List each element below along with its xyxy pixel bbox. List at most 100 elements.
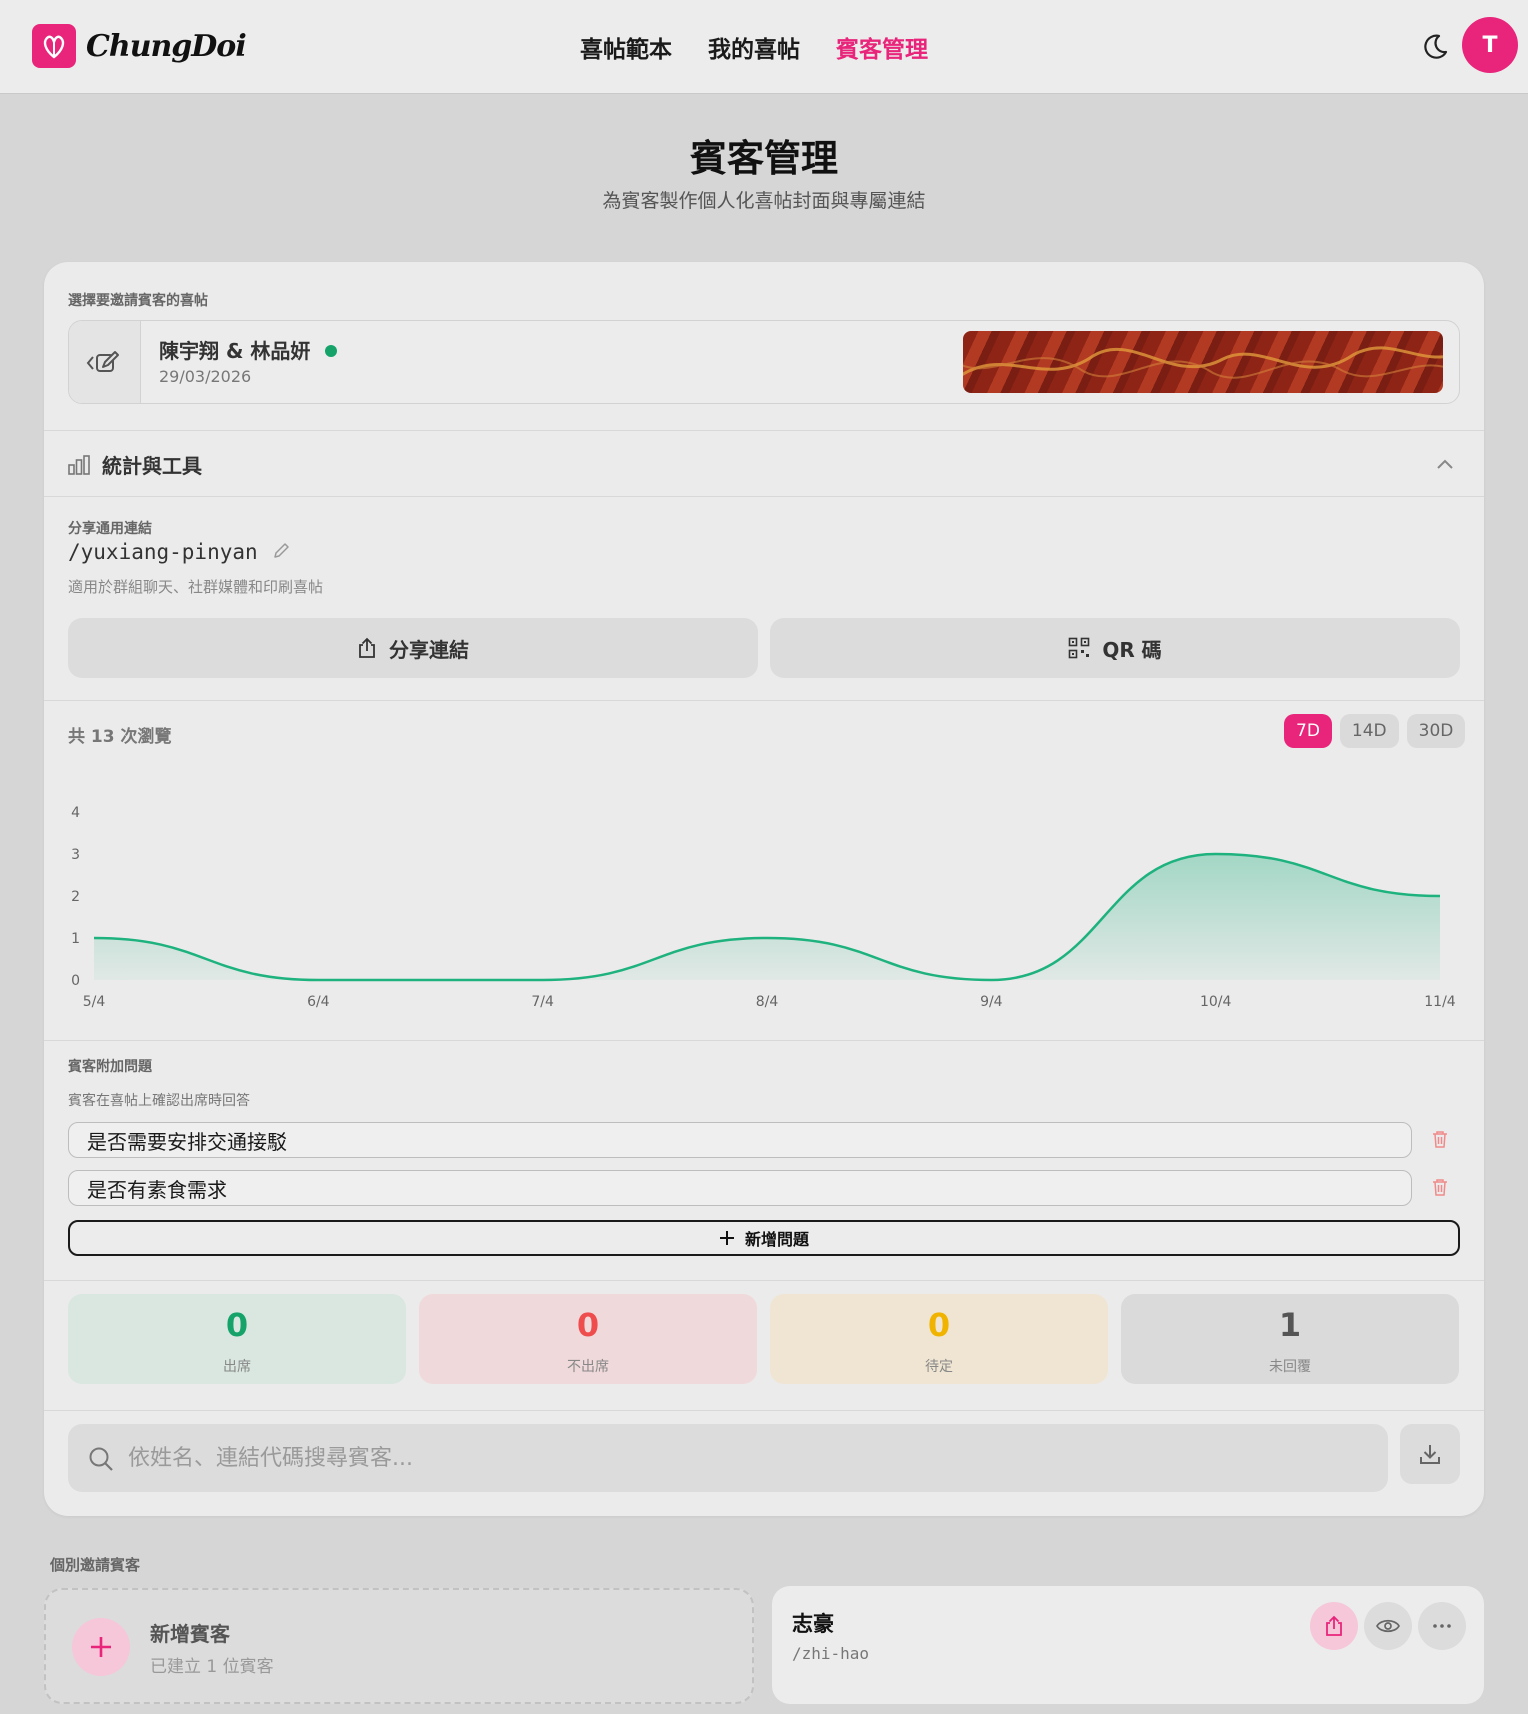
range-selector: 7D 14D 30D (1284, 714, 1466, 748)
rsvp-label: 待定 (925, 1359, 953, 1375)
views-total: 共 13 次瀏覽 (68, 727, 172, 747)
top-navbar: ChungDoi 喜帖範本 我的喜帖 賓客管理 T (0, 0, 1528, 94)
add-guest-title: 新增賓客 (150, 1622, 230, 1646)
brand-name: ChungDoi (86, 28, 247, 64)
views-chart: 0 1 2 3 4 5/4 6/4 7/4 8/4 9/4 10/4 11/4 (71, 805, 1456, 1010)
brand-logo[interactable]: ChungDoi (32, 24, 247, 68)
divider (44, 1280, 1484, 1281)
guest-card[interactable]: 志豪 /zhi-hao (772, 1586, 1484, 1704)
share-link-label: 分享通用連結 (68, 521, 152, 537)
question-row (68, 1170, 1460, 1206)
rsvp-count: 0 (576, 1306, 600, 1344)
qr-code-icon (1069, 637, 1090, 659)
invitation-cover-thumbnail (963, 331, 1443, 393)
page-subtitle: 為賓客製作個人化喜帖封面與專屬連結 (602, 190, 926, 212)
edit-icon (86, 351, 119, 372)
guest-management-card: 選擇要邀請賓客的喜帖 陳宇翔 & 林品妍 29/03/2026 統計與工具 分享… (44, 262, 1484, 1516)
x-tick-label: 10/4 (1200, 994, 1232, 1010)
question-input[interactable] (68, 1122, 1412, 1158)
share-icon (359, 637, 375, 658)
moon-icon[interactable] (1420, 32, 1450, 62)
wedding-date: 29/03/2026 (159, 367, 252, 386)
rsvp-attending[interactable]: 0 出席 (68, 1294, 406, 1384)
share-guest-button[interactable] (1310, 1602, 1358, 1650)
chevron-up-icon[interactable] (1436, 458, 1454, 470)
y-tick-label: 0 (71, 973, 80, 989)
download-button[interactable] (1400, 1424, 1460, 1484)
qr-code-label: QR 碼 (1102, 637, 1162, 662)
questions-hint: 賓客在喜帖上確認出席時回答 (68, 1093, 250, 1109)
add-question-label: 新增問題 (744, 1230, 809, 1249)
plus-icon (72, 1618, 130, 1676)
share-slug: /yuxiang-pinyan (68, 540, 258, 564)
trash-icon[interactable] (1432, 1178, 1448, 1196)
search-input[interactable] (128, 1424, 1368, 1492)
guest-slug: /zhi-hao (792, 1644, 870, 1663)
y-tick-label: 4 (71, 805, 80, 821)
rsvp-declined[interactable]: 0 不出席 (419, 1294, 757, 1384)
divider (44, 496, 1484, 497)
rsvp-label: 未回覆 (1269, 1359, 1311, 1375)
range-7d-button[interactable]: 7D (1284, 714, 1332, 748)
question-row (68, 1122, 1460, 1158)
rsvp-no-reply[interactable]: 1 未回覆 (1121, 1294, 1459, 1384)
share-link-button[interactable]: 分享連結 (68, 618, 758, 678)
share-icon (1326, 1615, 1342, 1636)
divider (44, 1040, 1484, 1041)
nav-guest-management[interactable]: 賓客管理 (836, 30, 928, 64)
invitation-section-label: 選擇要邀請賓客的喜帖 (68, 293, 208, 309)
views-area (94, 854, 1440, 980)
individual-guests-label: 個別邀請賓客 (50, 1556, 141, 1574)
x-tick-label: 5/4 (83, 994, 106, 1010)
rsvp-count: 0 (927, 1306, 951, 1344)
y-tick-label: 3 (71, 847, 80, 863)
guest-count: 已建立 1 位賓客 (150, 1657, 274, 1677)
page-title: 賓客管理 (690, 137, 838, 180)
add-guest-card[interactable]: 新增賓客 已建立 1 位賓客 (44, 1588, 754, 1704)
invitation-selector[interactable]: 陳宇翔 & 林品妍 29/03/2026 (68, 320, 1460, 404)
stats-header[interactable]: 統計與工具 (68, 450, 202, 479)
rsvp-count: 1 (1278, 1306, 1302, 1344)
range-14d-button[interactable]: 14D (1339, 714, 1399, 748)
range-30d-button[interactable]: 30D (1406, 714, 1466, 748)
y-tick-label: 2 (71, 889, 80, 905)
preview-guest-button[interactable] (1364, 1602, 1412, 1650)
pencil-icon[interactable] (272, 542, 290, 560)
x-tick-label: 11/4 (1424, 994, 1456, 1010)
main-nav: 喜帖範本 我的喜帖 賓客管理 (580, 30, 928, 64)
add-question-button[interactable]: 新增問題 (68, 1220, 1460, 1256)
search-icon (89, 1447, 113, 1471)
guest-name: 志豪 (792, 1612, 834, 1636)
divider (44, 1410, 1484, 1411)
logo-mark-icon (32, 24, 76, 68)
share-hint: 適用於群組聊天、社群媒體和印刷喜帖 (68, 578, 324, 596)
rsvp-pending[interactable]: 0 待定 (770, 1294, 1108, 1384)
nav-my-invitations[interactable]: 我的喜帖 (708, 30, 800, 64)
x-tick-label: 9/4 (980, 994, 1003, 1010)
trash-icon[interactable] (1432, 1130, 1448, 1148)
share-link-label: 分享連結 (389, 637, 469, 662)
y-tick-label: 1 (71, 931, 80, 947)
download-icon (1420, 1445, 1440, 1464)
more-icon (1433, 1624, 1451, 1628)
plus-icon (719, 1231, 734, 1245)
qr-code-button[interactable]: QR 碼 (770, 618, 1460, 678)
rsvp-label: 出席 (223, 1359, 251, 1375)
avatar[interactable]: T (1462, 17, 1518, 73)
bar-chart-icon (68, 454, 90, 475)
rsvp-label: 不出席 (567, 1359, 609, 1375)
status-dot (325, 345, 337, 357)
more-options-button[interactable] (1418, 1602, 1466, 1650)
x-tick-label: 6/4 (307, 994, 330, 1010)
question-input[interactable] (68, 1170, 1412, 1206)
x-tick-label: 8/4 (756, 994, 779, 1010)
eye-icon (1376, 1619, 1400, 1633)
rsvp-count: 0 (225, 1306, 249, 1344)
x-tick-label: 7/4 (531, 994, 554, 1010)
guest-search (68, 1424, 1388, 1492)
divider (44, 700, 1484, 701)
stats-title: 統計與工具 (102, 454, 202, 478)
divider (44, 430, 1484, 431)
change-invitation-button[interactable] (69, 321, 141, 403)
nav-templates[interactable]: 喜帖範本 (580, 30, 672, 64)
